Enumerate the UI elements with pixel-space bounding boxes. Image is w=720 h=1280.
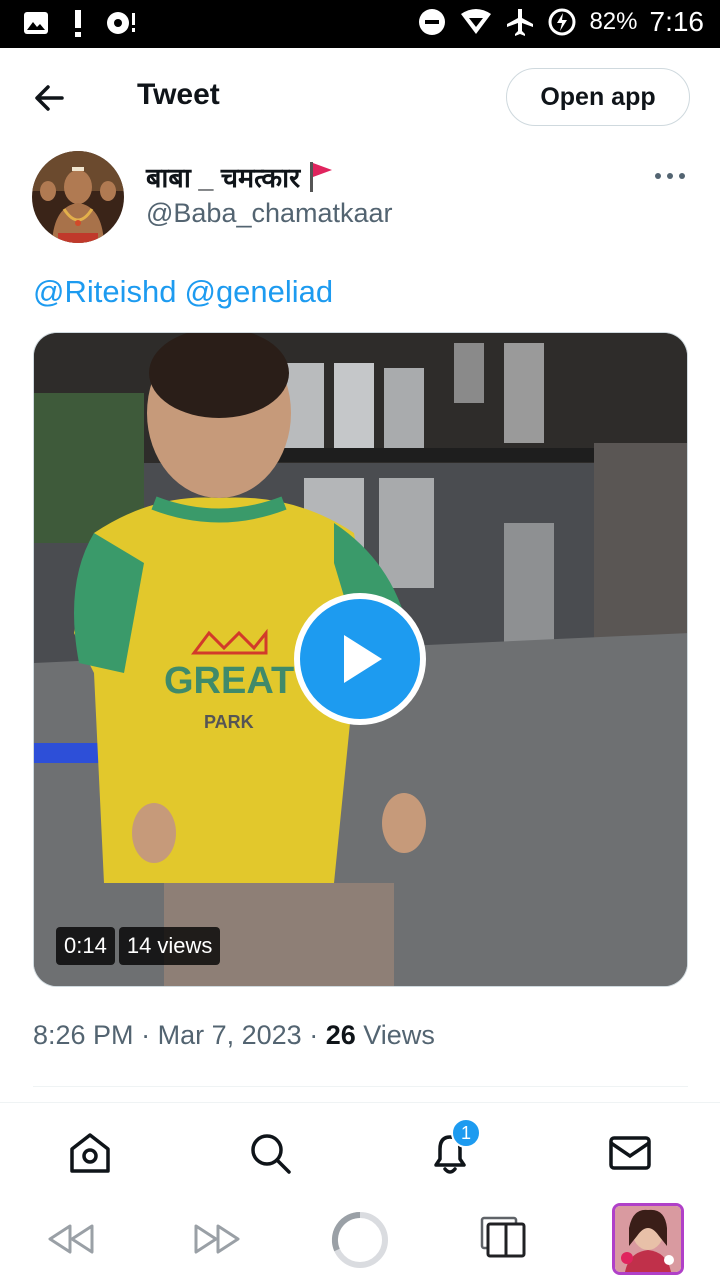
battery-percent: 82%	[589, 8, 638, 35]
author-handle[interactable]: @Baba_chamatkaar	[146, 198, 393, 229]
back-icon	[48, 1224, 94, 1254]
video-views: 14 views	[118, 927, 221, 965]
play-button[interactable]	[294, 593, 426, 725]
tweet-text: @Riteishd @geneliad	[33, 274, 341, 310]
messages-icon	[609, 1136, 651, 1170]
nav-messages[interactable]	[606, 1129, 654, 1177]
alert-icon	[75, 10, 81, 37]
open-app-button[interactable]: Open app	[506, 68, 690, 126]
battery-charging-icon	[548, 8, 576, 36]
tabs-icon	[480, 1216, 526, 1258]
arrow-left-icon	[35, 85, 64, 111]
tweet-header: Tweet Open app	[0, 48, 720, 148]
video-duration: 0:14	[56, 927, 115, 965]
browser-forward-button[interactable]	[192, 1214, 242, 1269]
video-player[interactable]: GREAT PARK 0:14 14 views	[33, 332, 688, 987]
more-icon	[655, 173, 685, 179]
bottom-nav	[0, 1102, 720, 1200]
mention-link[interactable]: @geneliad	[184, 274, 333, 309]
nav-home[interactable]	[66, 1129, 114, 1177]
search-icon	[251, 1134, 291, 1174]
clock: 7:16	[649, 6, 705, 37]
home-icon	[70, 1133, 110, 1173]
notification-count-badge: 1	[451, 1118, 481, 1148]
author-display-name: बाबा _ चमत्कार	[146, 163, 301, 193]
svg-text:PARK: PARK	[204, 712, 254, 732]
views-label: Views	[363, 1020, 435, 1050]
reload-icon	[331, 1211, 388, 1268]
tweet-time[interactable]: 8:26 PM	[33, 1020, 134, 1050]
browser-back-button[interactable]	[46, 1214, 96, 1269]
status-bar: 82% 7:16	[0, 0, 720, 48]
meta-separator: ·	[141, 1020, 151, 1050]
wifi-icon	[461, 9, 492, 34]
browser-reload-button[interactable]	[330, 1210, 390, 1275]
author-name[interactable]: बाबा _ चमत्कार	[146, 158, 334, 195]
dnd-icon	[419, 9, 446, 35]
tweet-meta: 8:26 PM · Mar 7, 2023 · 26 Views	[33, 1020, 435, 1051]
browser-tabs-button[interactable]	[480, 1214, 528, 1267]
meta-separator: ·	[309, 1020, 319, 1050]
more-options-button[interactable]	[652, 162, 688, 190]
tweet-date[interactable]: Mar 7, 2023	[158, 1020, 302, 1050]
avatar[interactable]	[32, 151, 124, 243]
forward-icon	[194, 1224, 240, 1254]
views-count: 26	[325, 1020, 356, 1050]
play-icon	[344, 635, 382, 683]
nav-search[interactable]	[246, 1129, 294, 1177]
cast-icon	[107, 12, 135, 34]
tab-thumbnail[interactable]	[612, 1203, 684, 1275]
red-flag-icon	[310, 161, 333, 192]
page-title: Tweet	[137, 78, 220, 111]
mention-link[interactable]: @Riteishd	[33, 274, 176, 309]
image-icon	[24, 12, 48, 34]
video-info: 0:14 14 views	[56, 927, 221, 965]
tab-thumbnail-image	[615, 1206, 681, 1272]
airplane-icon	[507, 9, 534, 36]
svg-text:GREAT: GREAT	[164, 660, 294, 702]
divider	[33, 1086, 688, 1087]
back-button[interactable]	[30, 78, 70, 118]
avatar-image	[32, 151, 124, 243]
